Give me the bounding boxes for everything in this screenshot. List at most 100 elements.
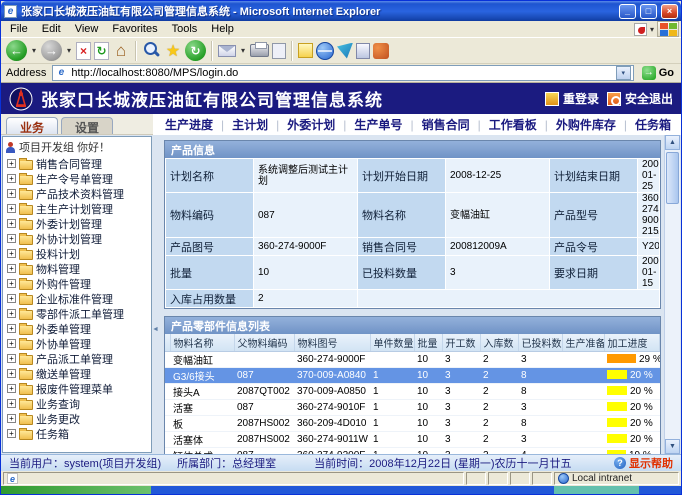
pdf-dropdown-icon[interactable]: ▾	[650, 25, 654, 34]
adobe-pdf-icon[interactable]	[634, 23, 647, 36]
sidebar-item[interactable]: +外协单管理	[3, 336, 151, 351]
sidebar-item[interactable]: +外购件管理	[3, 276, 151, 291]
menu-file[interactable]: File	[3, 22, 35, 36]
sidebar-item[interactable]: +物料管理	[3, 261, 151, 276]
nav-item[interactable]: 销售合同	[422, 116, 470, 133]
column-header[interactable]: 批量	[414, 334, 442, 351]
nav-item[interactable]: 主计划	[232, 116, 268, 133]
show-help-link[interactable]: ? 显示帮助	[614, 455, 673, 471]
scroll-up-icon[interactable]: ▲	[665, 135, 680, 150]
relogin-button[interactable]: 重登录	[545, 90, 599, 107]
vertical-scrollbar[interactable]: ▲ ▼	[664, 135, 680, 454]
sidebar-item[interactable]: +外委计划管理	[3, 216, 151, 231]
sidebar-item[interactable]: +外协计划管理	[3, 231, 151, 246]
expand-icon[interactable]: +	[7, 399, 16, 408]
address-url[interactable]: http://localhost:8080/MPS/login.do	[71, 67, 238, 79]
table-row[interactable]: 接头A2087QT002370-009-A085011032820 %	[165, 383, 660, 399]
menu-edit[interactable]: Edit	[35, 22, 68, 36]
refresh-icon[interactable]: ↻	[94, 42, 109, 60]
expand-icon[interactable]: +	[7, 159, 16, 168]
table-row[interactable]: 活塞体2087HS002360-274-9011W11032320 %	[165, 431, 660, 447]
sidebar-item[interactable]: +缴送单管理	[3, 366, 151, 381]
forward-icon[interactable]: →	[41, 40, 62, 61]
nav-item[interactable]: 工作看板	[489, 116, 537, 133]
sidebar-item[interactable]: +零部件派工单管理	[3, 306, 151, 321]
expand-icon[interactable]: +	[7, 174, 16, 183]
search-icon[interactable]	[142, 41, 161, 60]
research-icon[interactable]	[356, 43, 370, 59]
forward-dropdown-icon[interactable]: ▾	[65, 46, 73, 55]
globe-icon[interactable]	[316, 42, 334, 60]
expand-icon[interactable]: +	[7, 264, 16, 273]
table-row[interactable]: G3/6接头087370-009-A084011032820 %	[165, 367, 660, 383]
sidebar-item[interactable]: +企业标准件管理	[3, 291, 151, 306]
column-header[interactable]: 入库数	[480, 334, 518, 351]
expand-icon[interactable]: +	[7, 354, 16, 363]
sidebar-item[interactable]: +报废件管理菜单	[3, 381, 151, 396]
column-header[interactable]: 单件数量	[370, 334, 414, 351]
sidebar-item[interactable]: +产品派工单管理	[3, 351, 151, 366]
logout-button[interactable]: 安全退出	[607, 90, 673, 107]
expand-icon[interactable]: +	[7, 219, 16, 228]
buddy-icon[interactable]	[373, 43, 389, 59]
column-header[interactable]: 生产准备	[562, 334, 604, 351]
sidebar-item[interactable]: +投料计划	[3, 246, 151, 261]
favorites-icon[interactable]: ★	[164, 41, 182, 61]
maximize-button[interactable]: □	[640, 4, 657, 19]
print-icon[interactable]	[250, 44, 269, 57]
expand-icon[interactable]: +	[7, 339, 16, 348]
table-row[interactable]: 变幅油缸360-274-9000F1032329 %	[165, 351, 660, 367]
column-header[interactable]: 物料图号	[294, 334, 370, 351]
close-button[interactable]: ×	[661, 4, 678, 19]
table-row[interactable]: 板2087HS002360-209-4D01011032820 %	[165, 415, 660, 431]
notes-icon[interactable]	[298, 43, 313, 58]
column-header[interactable]: 加工进度	[604, 334, 660, 351]
nav-item[interactable]: 外委计划	[287, 116, 335, 133]
table-row[interactable]: 活塞087360-274-9010F11032320 %	[165, 399, 660, 415]
mail-icon[interactable]	[218, 45, 236, 57]
column-header[interactable]: 物料名称	[170, 334, 234, 351]
table-row[interactable]: 缸体总成087360-274-9200F11032419 %	[165, 447, 660, 454]
menu-view[interactable]: View	[68, 22, 106, 36]
expand-icon[interactable]: +	[7, 279, 16, 288]
sidebar-item[interactable]: +产品技术资料管理	[3, 186, 151, 201]
back-icon[interactable]: ←	[6, 40, 27, 61]
mail-dropdown-icon[interactable]: ▾	[239, 46, 247, 55]
minimize-button[interactable]: _	[619, 4, 636, 19]
nav-item[interactable]: 任务箱	[635, 116, 671, 133]
column-header[interactable]: 父物料编码	[234, 334, 294, 351]
expand-icon[interactable]: +	[7, 309, 16, 318]
nav-item[interactable]: 外购件库存	[556, 116, 616, 133]
expand-icon[interactable]: +	[7, 369, 16, 378]
sidebar-item[interactable]: +业务更改	[3, 411, 151, 426]
stop-icon[interactable]: ×	[76, 42, 91, 60]
menu-help[interactable]: Help	[204, 22, 241, 36]
address-input[interactable]: e http://localhost:8080/MPS/login.do ▾	[52, 65, 633, 81]
go-button[interactable]: → Go	[638, 66, 678, 80]
sidebar-item[interactable]: +外委单管理	[3, 321, 151, 336]
back-dropdown-icon[interactable]: ▾	[30, 46, 38, 55]
expand-icon[interactable]: +	[7, 294, 16, 303]
expand-icon[interactable]: +	[7, 429, 16, 438]
tab-业务[interactable]: 业务	[6, 117, 58, 134]
expand-icon[interactable]: +	[7, 204, 16, 213]
expand-icon[interactable]: +	[7, 189, 16, 198]
expand-icon[interactable]: +	[7, 324, 16, 333]
sidebar-item[interactable]: +主生产计划管理	[3, 201, 151, 216]
sidebar-item[interactable]: +任务箱	[3, 426, 151, 441]
home-icon[interactable]: ⌂	[112, 41, 130, 61]
sidebar-item[interactable]: +生产令号单管理	[3, 171, 151, 186]
column-header[interactable]: 已投料数	[518, 334, 562, 351]
expand-icon[interactable]: +	[7, 384, 16, 393]
edit-icon[interactable]	[272, 43, 286, 59]
nav-item[interactable]: 生产单号	[354, 116, 402, 133]
nav-item[interactable]: 生产进度	[165, 116, 213, 133]
expand-icon[interactable]: +	[7, 249, 16, 258]
menu-favorites[interactable]: Favorites	[105, 22, 164, 36]
tab-设置[interactable]: 设置	[61, 117, 113, 134]
sidebar-item[interactable]: +销售合同管理	[3, 156, 151, 171]
expand-icon[interactable]: +	[7, 234, 16, 243]
start-button[interactable]	[1, 486, 151, 494]
taskbar-window-button[interactable]	[554, 486, 639, 494]
scroll-down-icon[interactable]: ▼	[665, 439, 680, 454]
